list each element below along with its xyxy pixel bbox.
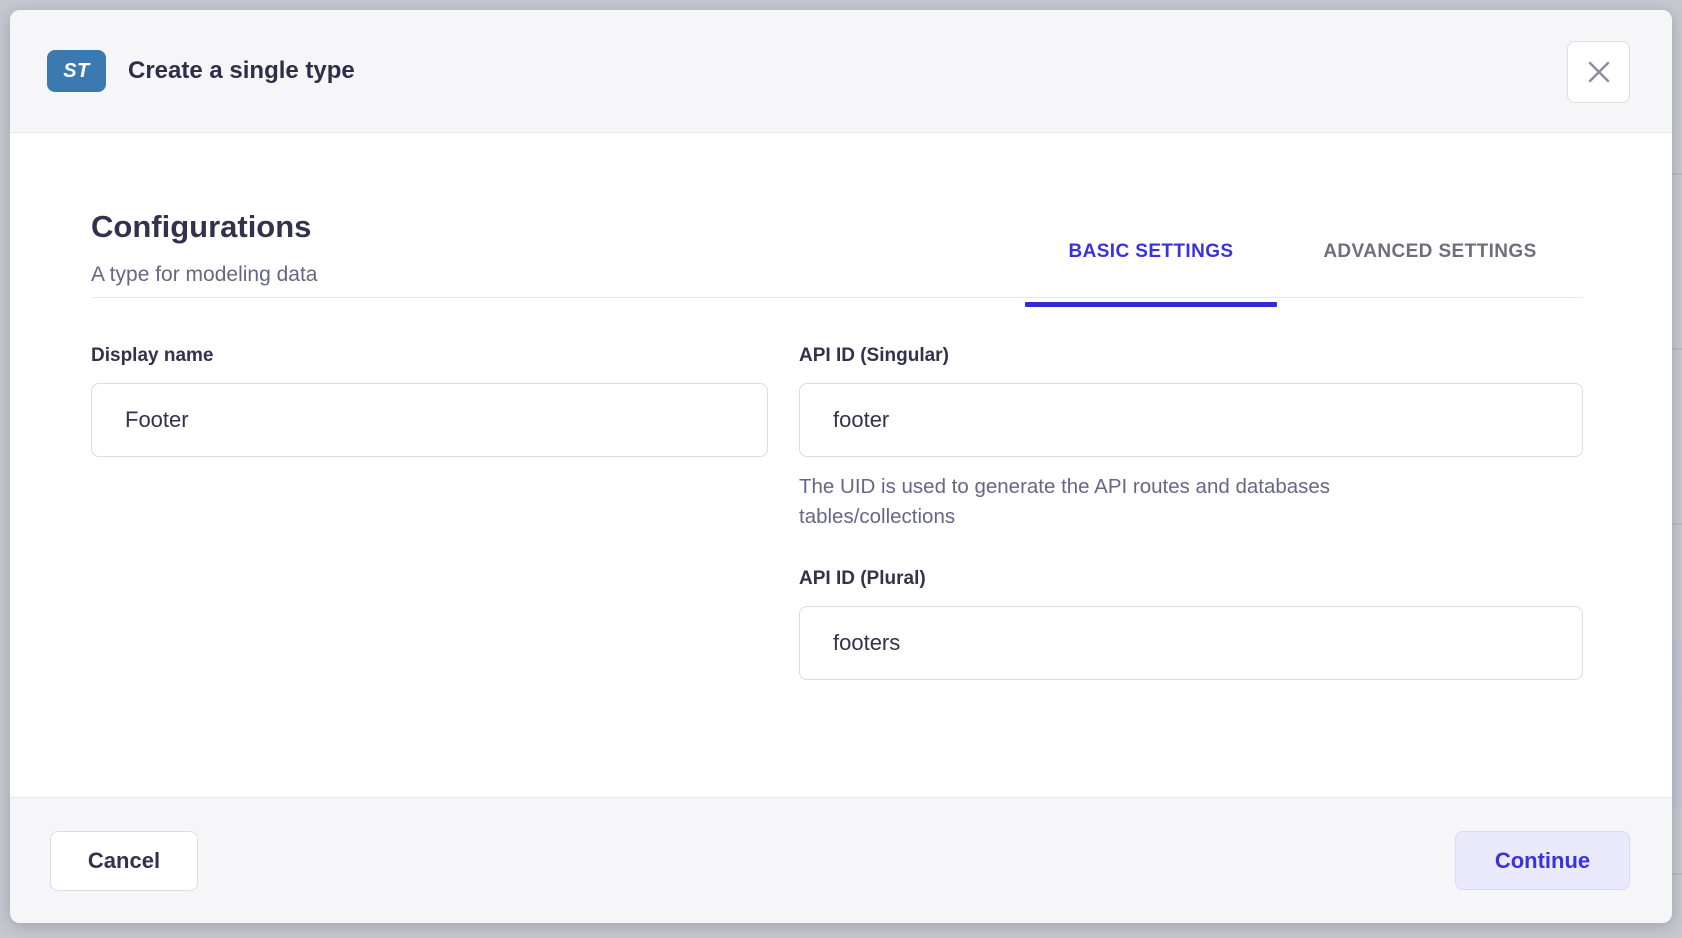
display-name-input[interactable] (91, 383, 768, 457)
close-icon (1586, 59, 1612, 85)
api-id-singular-label: API ID (Singular) (799, 345, 1583, 367)
modal-body: Configurations A type for modeling data … (10, 133, 1672, 797)
tab-advanced-settings[interactable]: ADVANCED SETTINGS (1277, 241, 1583, 302)
tab-basic-settings[interactable]: BASIC SETTINGS (1025, 241, 1277, 302)
close-button[interactable] (1567, 41, 1630, 103)
create-single-type-modal: ST Create a single type Configurations A… (10, 10, 1672, 923)
configuration-form: Display name API ID (Singular) The UID i… (91, 345, 1583, 680)
api-id-plural-input[interactable] (799, 606, 1583, 680)
section-subheading: A type for modeling data (91, 263, 317, 287)
tab-basic-settings-label: BASIC SETTINGS (1068, 241, 1233, 262)
api-id-plural-field-group: API ID (Plural) (799, 568, 1583, 680)
api-id-field-group: API ID (Singular) The UID is used to gen… (799, 345, 1583, 680)
section-heading: Configurations (91, 209, 311, 245)
tab-advanced-settings-label: ADVANCED SETTINGS (1323, 241, 1536, 262)
active-tab-underline (1025, 302, 1277, 307)
single-type-icon: ST (47, 50, 106, 92)
modal-title: Create a single type (128, 57, 355, 85)
modal-header: ST Create a single type (10, 10, 1672, 133)
api-id-singular-input[interactable] (799, 383, 1583, 457)
continue-button[interactable]: Continue (1455, 831, 1630, 890)
modal-footer: Cancel Continue (10, 797, 1672, 923)
api-id-singular-helper: The UID is used to generate the API rout… (799, 472, 1449, 532)
api-id-plural-label: API ID (Plural) (799, 568, 1583, 590)
display-name-field-group: Display name (91, 345, 768, 680)
single-type-icon-label: ST (63, 60, 90, 83)
settings-tabs: BASIC SETTINGS ADVANCED SETTINGS (1025, 241, 1583, 302)
cancel-button[interactable]: Cancel (50, 831, 198, 891)
display-name-label: Display name (91, 345, 768, 367)
